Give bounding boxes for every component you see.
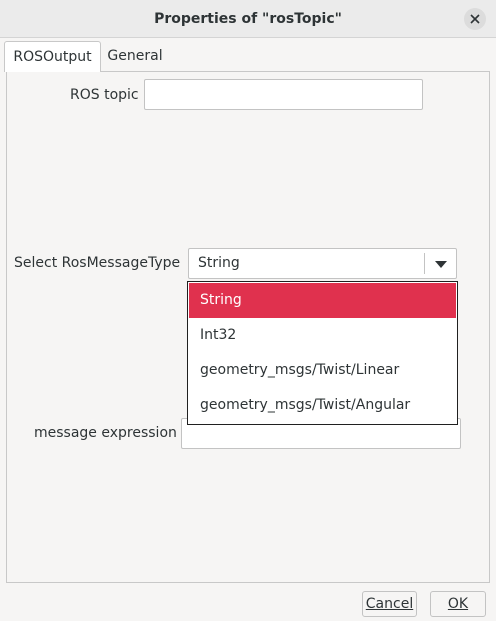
cancel-button-label: Cancel [365, 596, 414, 612]
window-title: Properties of "rosTopic" [154, 11, 342, 27]
message-type-label: Select RosMessageType [14, 255, 181, 271]
message-expression-label: message expression [34, 425, 177, 441]
tab-rosoutput[interactable]: ROSOutput [4, 41, 101, 72]
close-icon [470, 14, 480, 24]
ros-topic-label: ROS topic [70, 87, 139, 103]
ok-button-label: OK [447, 596, 469, 612]
ok-button[interactable]: OK [430, 591, 486, 617]
dropdown-option-int32[interactable]: Int32 [189, 318, 456, 353]
message-type-selected-value: String [198, 255, 240, 271]
message-type-dropdown-list: String Int32 geometry_msgs/Twist/Linear … [187, 281, 458, 425]
dropdown-option-twist-angular[interactable]: geometry_msgs/Twist/Angular [189, 388, 456, 423]
title-bar: Properties of "rosTopic" [0, 0, 496, 38]
dropdown-option-string[interactable]: String [189, 283, 456, 318]
close-button[interactable] [464, 8, 486, 30]
combo-divider [424, 253, 425, 274]
dropdown-option-twist-linear[interactable]: geometry_msgs/Twist/Linear [189, 353, 456, 388]
cancel-button[interactable]: Cancel [362, 591, 417, 617]
ros-topic-input[interactable] [144, 79, 423, 110]
message-type-combobox[interactable]: String [188, 248, 457, 279]
chevron-down-icon[interactable] [435, 261, 447, 268]
tab-general[interactable]: General [104, 41, 166, 72]
